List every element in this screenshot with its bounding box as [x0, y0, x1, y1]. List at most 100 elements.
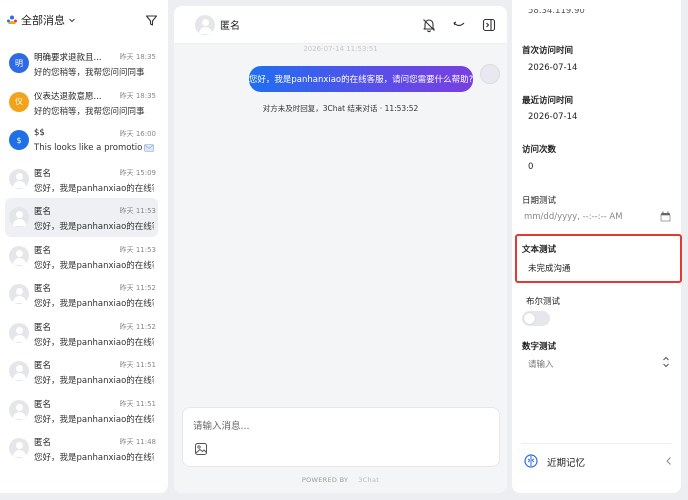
notifications-off-icon[interactable] [421, 17, 437, 33]
highlight-box [515, 234, 682, 283]
conversation-preview: 好的您稍等，我帮您问问同事 [34, 68, 145, 78]
avatar [9, 207, 29, 227]
conversation-preview: 您好，我是panhanxiao的在线客... [34, 376, 154, 386]
conversation-item[interactable]: 明 明确要求退款且... 昨天 18:35 好的您稍等，我帮您问问同事 [5, 44, 158, 83]
conversation-time: 昨天 11:48 [119, 438, 156, 446]
conversation-preview: 您好，我是panhanxiao的在线客... [34, 183, 154, 194]
avatar [9, 168, 29, 189]
filter-icon[interactable] [145, 14, 158, 27]
conversation-time: 昨天 11:51 [119, 361, 156, 369]
last-visit-value: 2026-07-14 [528, 112, 578, 122]
visit-count-value: 0 [528, 162, 534, 172]
conversation-time: 昨天 11:51 [119, 399, 156, 408]
conversation-time: 昨天 11:53 [119, 245, 156, 254]
conversation-time: 昨天 11:52 [119, 284, 156, 292]
last-visit-label: 最近访问时间 [522, 96, 574, 106]
avatar: 仪 [9, 91, 29, 112]
chat-panel: 匿名 2026-07-14 11:53:51 您好，我是panhanxiao的在… [174, 6, 507, 493]
conversation-item[interactable]: 匿名 昨天 11:53 您好，我是panhanxiao的在线客... [5, 237, 158, 276]
conversation-preview: 您好，我是panhanxiao的在线客... [34, 299, 154, 309]
avatar: 明 [9, 53, 29, 73]
conversation-name: 匿名 [34, 284, 52, 294]
powered-by: POWERED BY 3Chat [174, 476, 507, 484]
agent-avatar [480, 64, 500, 84]
mail-icon [144, 144, 154, 152]
conversation-name: 匿名 [34, 207, 52, 217]
image-upload-icon[interactable] [194, 442, 208, 456]
conversation-preview: 好的您稍等，我帮您问问同事 [34, 106, 145, 117]
conversation-name: 匿名 [34, 245, 52, 256]
conversation-preview: 您好，我是panhanxiao的在线客... [34, 414, 154, 425]
calendar-icon[interactable] [660, 211, 671, 222]
conversation-preview: This looks like a promotiona... [34, 143, 142, 153]
conversation-name: 匿名 [34, 361, 52, 371]
conversation-time: 昨天 18:35 [119, 91, 156, 100]
number-test-label: 数字测试 [522, 342, 557, 352]
contact-name: 匿名 [220, 21, 240, 32]
stepper-icon[interactable] [662, 355, 670, 369]
visitor-details-panel: 58.34.119.90 首次访问时间 2026-07-14 最近访问时间 20… [512, 0, 682, 493]
filter-label: 全部消息 [21, 14, 65, 27]
conversation-name: 仪表达退款意愿... [34, 91, 102, 102]
conversation-name: 匿名 [34, 438, 52, 448]
ip-address: 58.34.119.90 [528, 9, 585, 16]
conversation-item[interactable]: 匿名 昨天 11:51 您好，我是panhanxiao的在线客... [5, 391, 158, 430]
conversation-list: 明 明确要求退款且... 昨天 18:35 好的您稍等，我帮您问问同事 仪 仪表… [0, 44, 168, 468]
conversation-preview: 您好，我是panhanxiao的在线客... [34, 222, 154, 232]
conversation-time: 昨天 11:52 [119, 322, 156, 331]
chat-header: 匿名 [174, 6, 507, 44]
conversation-time: 昨天 15:09 [119, 168, 156, 177]
conversation-time: 昨天 18:35 [119, 53, 156, 61]
message-composer[interactable]: 请输入消息... [182, 407, 500, 467]
first-visit-label: 首次访问时间 [522, 46, 574, 56]
recent-memory-row[interactable]: 近期记忆 [522, 451, 672, 473]
toggle-knob [524, 313, 535, 324]
message-filter-dropdown[interactable]: 全部消息 [6, 12, 76, 28]
conversation-sidebar: 全部消息 明 明确要求退款且... 昨天 18:35 好的您稍等，我帮您问问同事… [0, 0, 168, 493]
divider [522, 443, 671, 444]
date-test-input[interactable]: mm/dd/yyyy, --:--:-- AM [524, 212, 623, 222]
people-icon [7, 15, 17, 24]
conversation-time: 昨天 11:53 [119, 207, 156, 215]
sidebar-header: 全部消息 [0, 0, 168, 40]
message-input[interactable]: 请输入消息... [193, 418, 250, 432]
recent-memory-label: 近期记忆 [547, 458, 586, 469]
conversation-item[interactable]: 匿名 昨天 11:52 您好，我是panhanxiao的在线客... [5, 275, 158, 314]
conversation-item-selected[interactable]: 匿名 昨天 11:53 您好，我是panhanxiao的在线客... [5, 198, 158, 237]
conversation-item[interactable]: 匿名 昨天 11:52 您好，我是panhanxiao的在线客... [5, 314, 158, 353]
avatar [9, 284, 29, 304]
chevron-down-icon [69, 18, 75, 23]
toggle-sidebar-icon[interactable] [481, 17, 497, 33]
conversation-preview: 您好，我是panhanxiao的在线客... [34, 453, 154, 463]
avatar [9, 322, 29, 343]
avatar: $ [9, 130, 29, 150]
conversation-name: 匿名 [34, 322, 52, 333]
conversation-name: 匿名 [34, 399, 52, 410]
avatar [9, 245, 29, 266]
brain-icon [524, 454, 538, 468]
conversation-item[interactable]: $ $$ 昨天 16:00 This looks like a promotio… [5, 121, 158, 160]
first-visit-value: 2026-07-14 [528, 63, 578, 73]
conversation-time: 昨天 16:00 [119, 130, 156, 138]
visit-count-label: 访问次数 [522, 145, 557, 155]
conversation-item[interactable]: 匿名 昨天 11:48 您好，我是panhanxiao的在线客... [5, 429, 158, 468]
date-test-label: 日期测试 [522, 196, 557, 206]
contact-avatar [195, 14, 215, 35]
avatar [9, 438, 29, 458]
powered-by-label: POWERED BY [301, 476, 349, 484]
conversation-name: 明确要求退款且... [34, 53, 102, 63]
conversation-preview: 您好，我是panhanxiao的在线客... [34, 337, 154, 348]
conversation-preview: 您好，我是panhanxiao的在线客... [34, 260, 154, 271]
chevron-down-icon[interactable] [451, 17, 467, 33]
avatar [9, 361, 29, 381]
chevron-left-icon[interactable] [665, 456, 672, 466]
number-test-input[interactable]: 请输入 [528, 358, 554, 370]
system-note: 对方未及时回复，3Chat 结束对话 · 11:53:52 [262, 104, 419, 113]
bool-test-toggle[interactable] [522, 311, 550, 326]
powered-by-brand: 3Chat [358, 476, 380, 484]
conversation-item[interactable]: 匿名 昨天 15:09 您好，我是panhanxiao的在线客... [5, 160, 158, 199]
conversation-item[interactable]: 仪 仪表达退款意愿... 昨天 18:35 好的您稍等，我帮您问问同事 [5, 83, 158, 122]
conversation-item[interactable]: 匿名 昨天 11:51 您好，我是panhanxiao的在线客... [5, 352, 158, 391]
conversation-name: $$ [34, 128, 45, 138]
avatar [9, 399, 29, 420]
